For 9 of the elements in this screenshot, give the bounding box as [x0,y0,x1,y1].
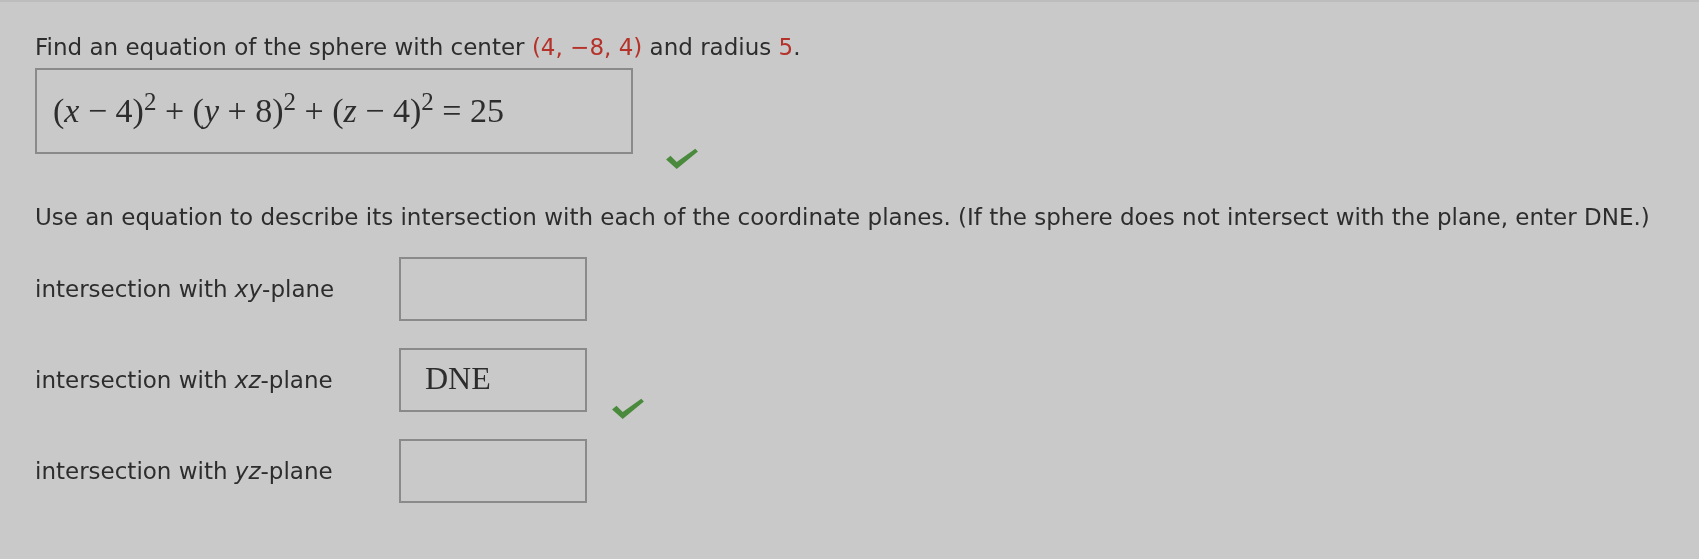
answer-field[interactable] [399,257,587,322]
field-label: intersection with xy-plane [35,276,336,303]
instruction-text: Use an equation to describe its intersection with each of the coordinate planes. (If the sphere does not intersect with the plane, enter DNE.) [35,203,1651,233]
question-text: Find an equation of the sphere with center (4, −8, 4) and radius 5. [35,33,802,62]
answer-field[interactable] [399,439,587,504]
field-label: intersection with yz-plane [35,458,334,485]
answer-field[interactable]: (x − 4)$^{2}$ + (y + 8)$^{2}$ + (z − 4)$^{2}$ = 25 [35,68,633,155]
answer-field[interactable]: DNE [399,348,587,413]
field-label: intersection with xz-plane [35,367,334,394]
